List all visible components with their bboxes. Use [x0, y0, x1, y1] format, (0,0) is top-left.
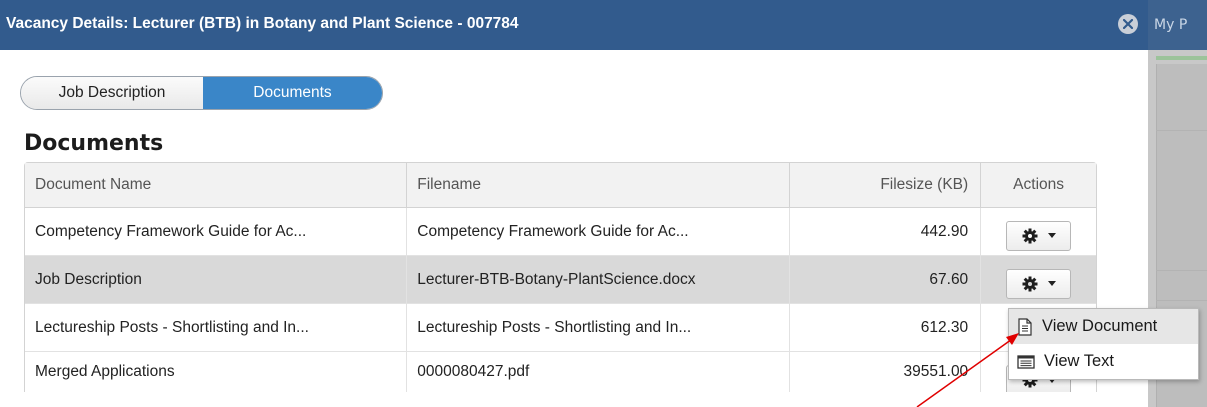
column-header-actions: Actions [980, 163, 1096, 207]
chevron-down-icon [1047, 233, 1056, 238]
section-title: Documents [24, 131, 164, 156]
close-icon [1123, 19, 1133, 29]
table-row[interactable]: Competency Framework Guide for Ac... Com… [25, 208, 1096, 256]
filename-cell: Lecturer-BTB-Botany-PlantScience.docx [406, 256, 788, 303]
menu-item-label: View Document [1042, 317, 1158, 335]
actions-cell [980, 208, 1096, 255]
filesize-cell: 67.60 [788, 256, 981, 303]
document-name-cell: Lectureship Posts - Shortlisting and In.… [35, 318, 309, 336]
table-row[interactable]: Job Description Lecturer-BTB-Botany-Plan… [25, 256, 1096, 304]
dialog-title: Vacancy Details: Lecturer (BTB) in Botan… [6, 15, 519, 32]
chevron-down-icon [1047, 281, 1056, 286]
tab-job-description[interactable]: Job Description [21, 77, 203, 109]
background-divider [1156, 130, 1207, 131]
actions-gear-button[interactable] [1006, 220, 1072, 251]
table-header-row: Document Name Filename Filesize (KB) Act… [25, 163, 1096, 208]
filename-cell: Lectureship Posts - Shortlisting and In.… [406, 304, 788, 351]
gear-icon [1022, 228, 1038, 243]
table-row[interactable]: Merged Applications 0000080427.pdf 39551… [25, 352, 1096, 392]
tab-documents[interactable]: Documents [202, 77, 382, 109]
close-button[interactable] [1118, 14, 1138, 34]
document-icon [1018, 317, 1032, 336]
filesize-cell: 612.30 [788, 304, 981, 351]
background-divider [1156, 270, 1207, 271]
background-divider [1156, 300, 1207, 301]
actions-cell [980, 256, 1096, 303]
menu-item-view-text[interactable]: View Text [1009, 344, 1198, 379]
menu-item-view-document[interactable]: View Document [1009, 309, 1198, 344]
vacancy-details-dialog: Vacancy Details: Lecturer (BTB) in Botan… [0, 0, 1148, 407]
table-row[interactable]: Lectureship Posts - Shortlisting and In.… [25, 304, 1096, 352]
tab-bar: Job Description Documents [20, 76, 383, 110]
background-green-bar [1156, 56, 1207, 60]
actions-dropdown-menu: View Document View Text [1008, 308, 1199, 380]
document-name-cell: Merged Applications [35, 363, 175, 380]
menu-item-label: View Text [1044, 352, 1115, 370]
column-header-filename[interactable]: Filename [406, 163, 788, 207]
filesize-cell: 442.90 [788, 208, 981, 255]
column-header-filesize[interactable]: Filesize (KB) [788, 163, 981, 207]
filename-cell: 0000080427.pdf [406, 352, 788, 392]
document-name-cell: Competency Framework Guide for Ac... [35, 222, 307, 240]
text-list-icon [1017, 354, 1035, 369]
filesize-cell: 39551.00 [788, 352, 981, 392]
actions-gear-button[interactable] [1006, 268, 1072, 299]
filename-cell: Competency Framework Guide for Ac... [406, 208, 788, 255]
document-name-cell: Job Description [35, 270, 142, 288]
dialog-titlebar: Vacancy Details: Lecturer (BTB) in Botan… [0, 0, 1148, 50]
gear-icon [1022, 276, 1038, 291]
documents-table: Document Name Filename Filesize (KB) Act… [24, 162, 1097, 392]
background-app-title: My P [1148, 0, 1207, 50]
column-header-document-name[interactable]: Document Name [25, 163, 406, 207]
